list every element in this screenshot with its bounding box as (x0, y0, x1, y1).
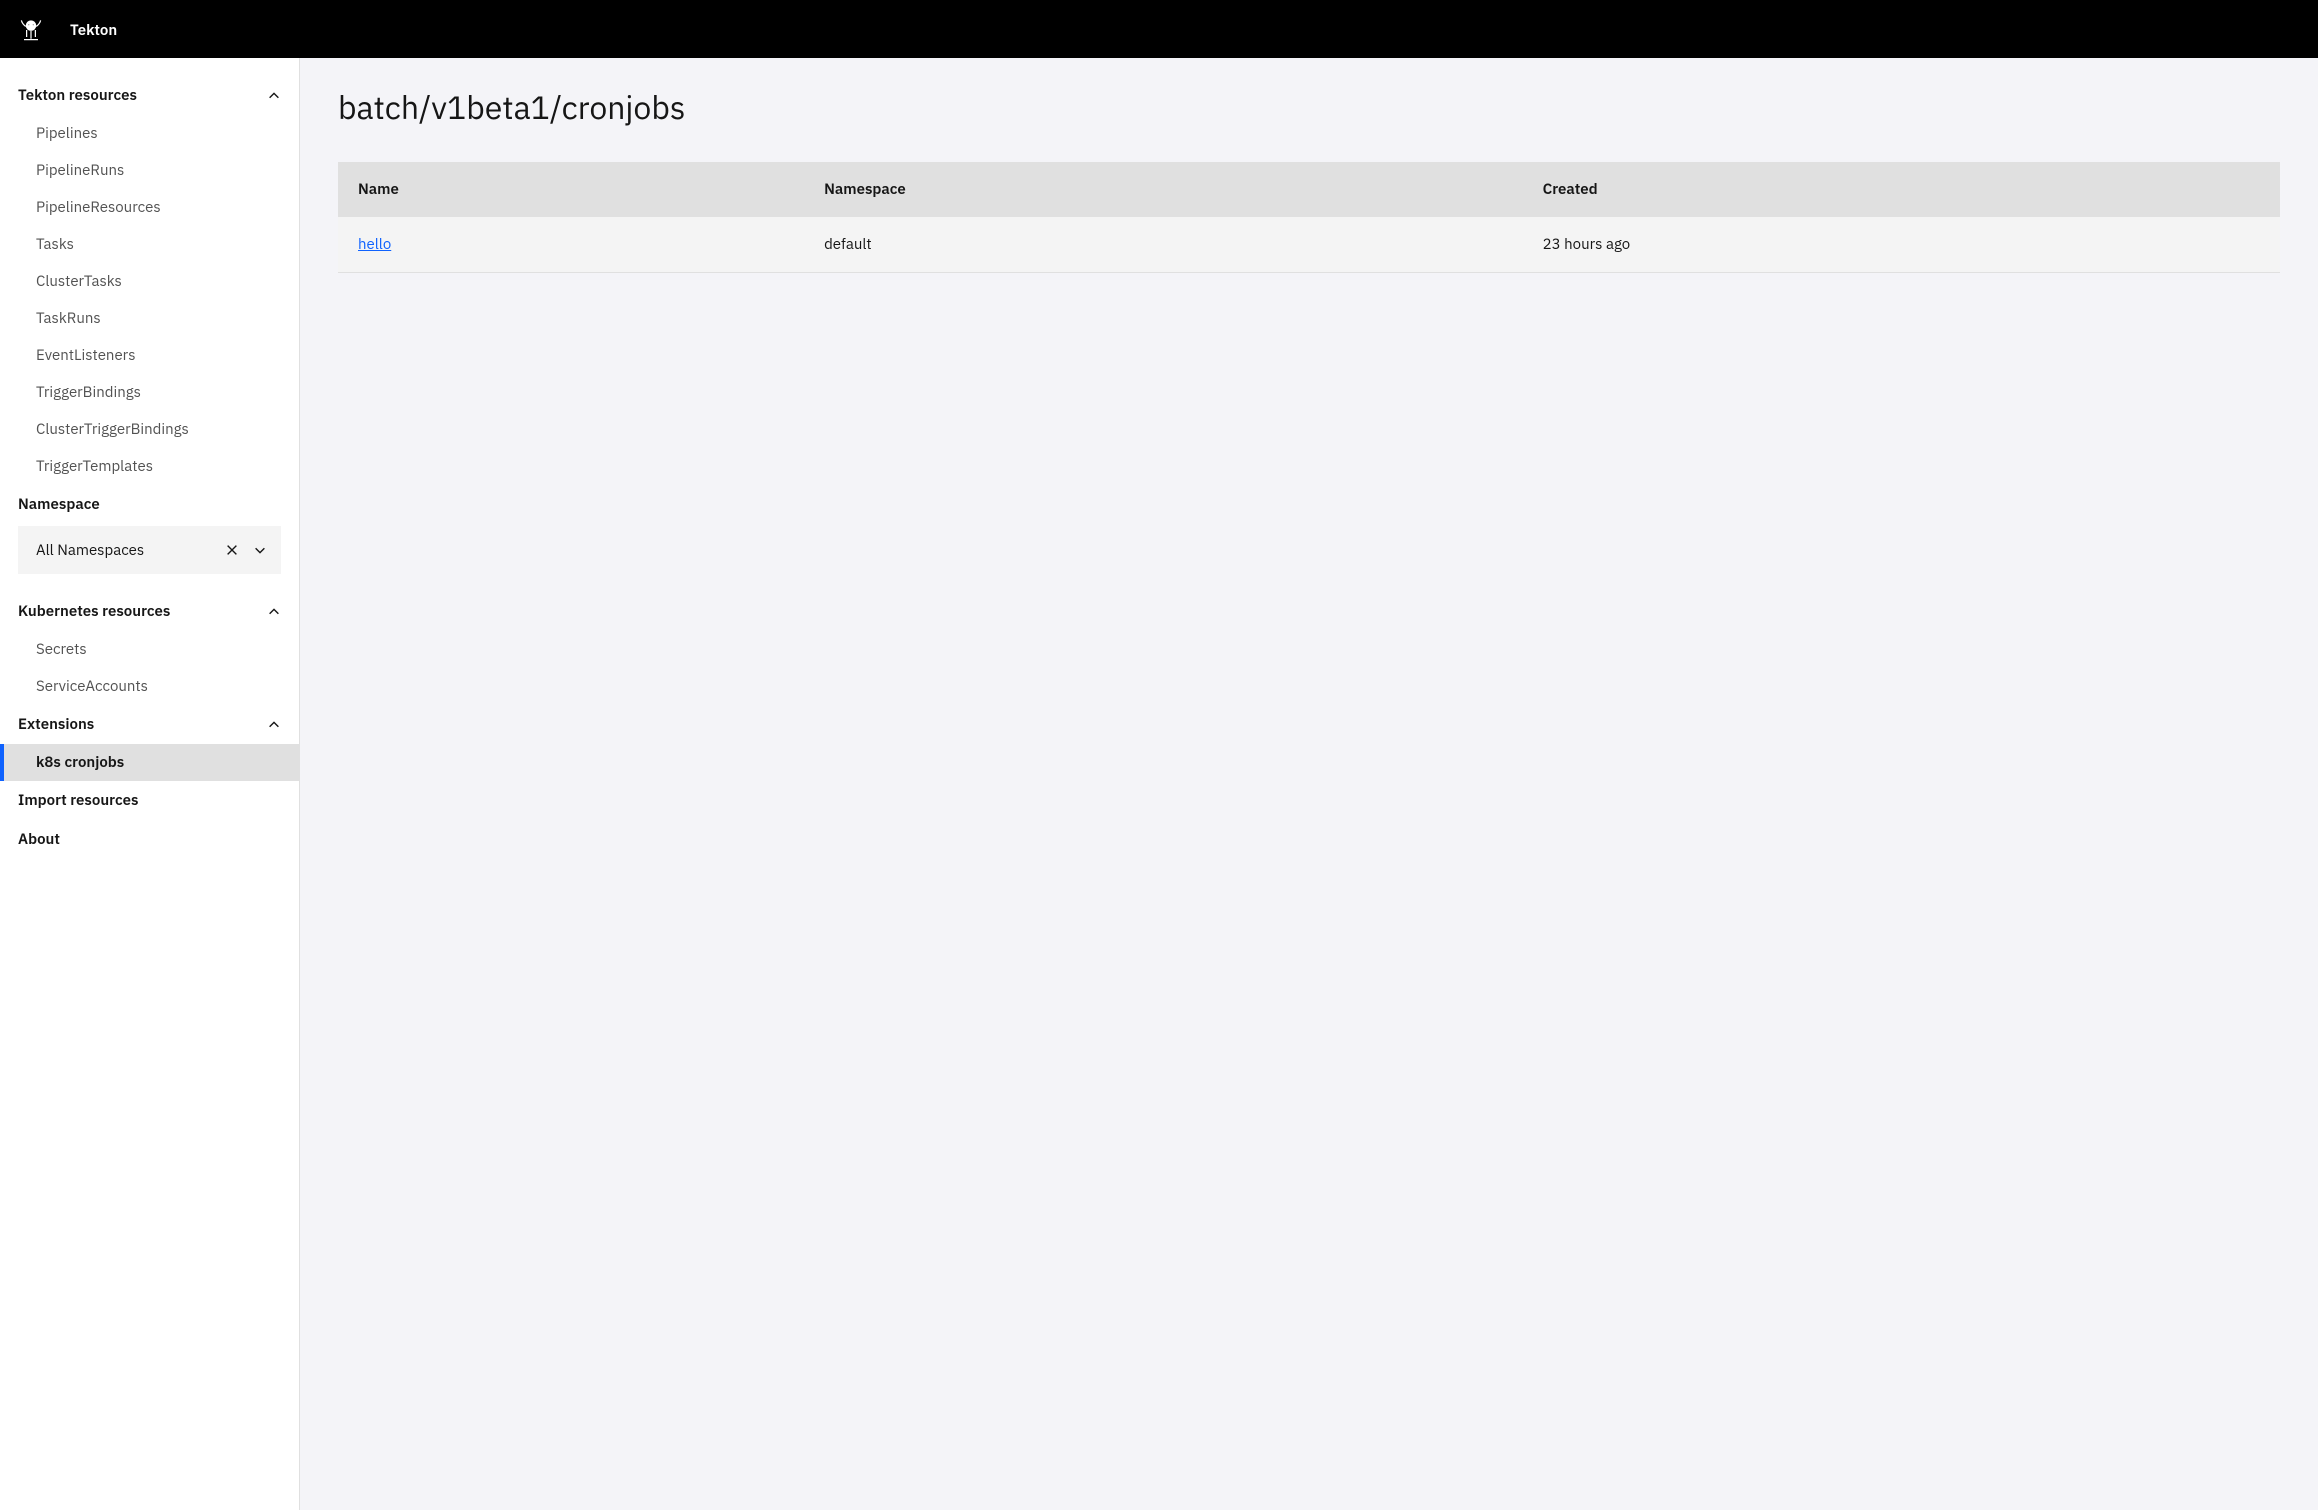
sidebar-item-pipelineruns[interactable]: PipelineRuns (0, 152, 299, 189)
sidebar-item-k8s-cronjobs[interactable]: k8s cronjobs (0, 744, 299, 781)
app-header: Tekton (0, 0, 2318, 58)
sidebar-item-clustertriggerbindings[interactable]: ClusterTriggerBindings (0, 411, 299, 448)
table-row: hello default 23 hours ago (338, 217, 2280, 273)
cronjob-namespace: default (804, 217, 1523, 273)
column-header-name: Name (338, 162, 804, 217)
sidebar-item-serviceaccounts[interactable]: ServiceAccounts (0, 668, 299, 705)
cronjob-created: 23 hours ago (1523, 217, 2280, 273)
nav-label-namespace: Namespace (0, 485, 299, 520)
sidebar-item-triggertemplates[interactable]: TriggerTemplates (0, 448, 299, 485)
namespace-select[interactable]: All Namespaces (18, 526, 281, 574)
chevron-up-icon (267, 605, 281, 619)
nav-section-label: Extensions (18, 715, 94, 734)
column-header-namespace: Namespace (804, 162, 1523, 217)
column-header-created: Created (1523, 162, 2280, 217)
sidebar-item-eventlisteners[interactable]: EventListeners (0, 337, 299, 374)
nav-section-label: Tekton resources (18, 86, 137, 105)
sidebar-item-taskruns[interactable]: TaskRuns (0, 300, 299, 337)
sidebar: Tekton resources Pipelines PipelineRuns … (0, 58, 300, 1510)
sidebar-item-pipelines[interactable]: Pipelines (0, 115, 299, 152)
main-content: batch/v1beta1/cronjobs Name Namespace Cr… (300, 58, 2318, 1510)
sidebar-item-clustertasks[interactable]: ClusterTasks (0, 263, 299, 300)
chevron-up-icon (267, 718, 281, 732)
nav-section-extensions[interactable]: Extensions (0, 705, 299, 744)
tekton-logo-icon (16, 15, 46, 45)
page-title: batch/v1beta1/cronjobs (338, 86, 2280, 128)
sidebar-item-pipelineresources[interactable]: PipelineResources (0, 189, 299, 226)
cronjobs-table: Name Namespace Created hello default 23 … (338, 162, 2280, 273)
nav-section-kubernetes-resources[interactable]: Kubernetes resources (0, 592, 299, 631)
namespace-select-value: All Namespaces (36, 541, 144, 560)
sidebar-item-triggerbindings[interactable]: TriggerBindings (0, 374, 299, 411)
sidebar-item-secrets[interactable]: Secrets (0, 631, 299, 668)
chevron-down-icon[interactable] (253, 543, 267, 557)
nav-section-label: Kubernetes resources (18, 602, 170, 621)
sidebar-item-import-resources[interactable]: Import resources (0, 781, 299, 820)
sidebar-item-tasks[interactable]: Tasks (0, 226, 299, 263)
chevron-up-icon (267, 89, 281, 103)
app-title: Tekton (70, 21, 117, 40)
close-icon[interactable] (225, 543, 239, 557)
cronjob-name-link[interactable]: hello (358, 235, 391, 254)
nav-section-tekton-resources[interactable]: Tekton resources (0, 76, 299, 115)
sidebar-item-about[interactable]: About (0, 820, 299, 859)
